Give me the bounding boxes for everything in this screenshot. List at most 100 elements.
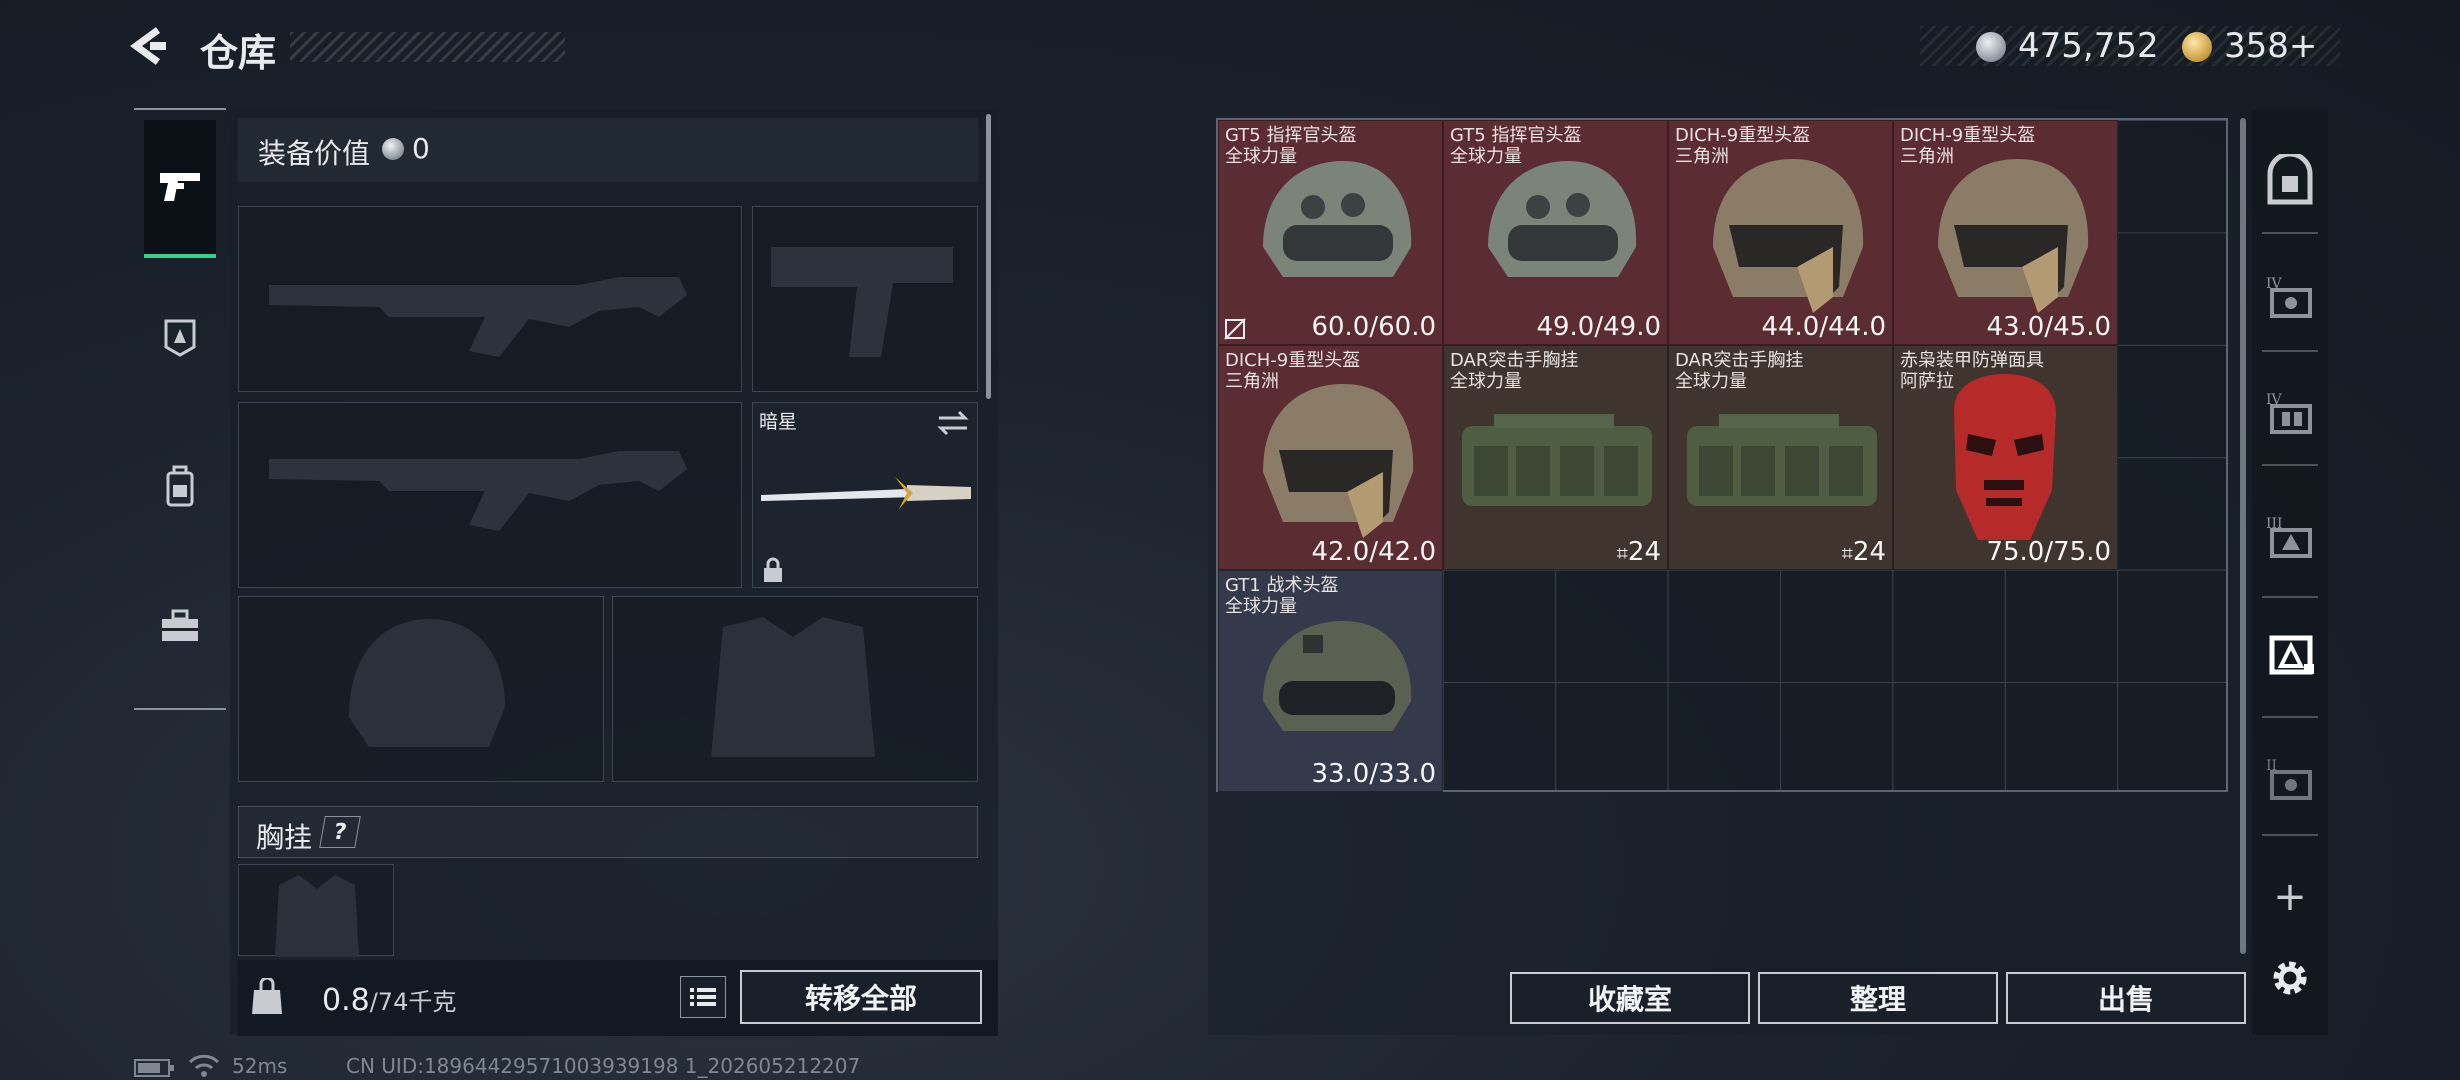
nav-divider — [134, 108, 226, 110]
nav-backpack[interactable] — [144, 420, 216, 554]
item-name: 赤枭装甲防弹面具 阿萨拉 — [1900, 350, 2044, 392]
sidebar-divider — [2262, 464, 2318, 466]
storage-page-3-button[interactable]: III — [2252, 496, 2328, 576]
armor-badge-icon — [164, 319, 196, 357]
storage-grid[interactable]: GT5 指挥官头盔 全球力量 60.0/60.0 GT5 指挥官头盔 全球力量 49… — [1216, 118, 2228, 792]
gold-currency-value[interactable]: 358+ — [2224, 26, 2317, 66]
item-name: GT5 指挥官头盔 全球力量 — [1225, 125, 1357, 167]
gold-coin-icon — [2182, 32, 2212, 62]
item-name: GT1 战术头盔 全球力量 — [1225, 575, 1339, 617]
add-page-icon: + — [2273, 874, 2307, 920]
storage-page-active-button[interactable] — [2252, 614, 2328, 694]
back-button[interactable] — [128, 24, 172, 68]
storage-item[interactable]: DICH-9重型头盔 三角洲 44.0/44.0 — [1668, 120, 1893, 345]
back-arrow-icon — [130, 27, 166, 65]
weight-value: 0.8 — [322, 983, 370, 1018]
storage-item[interactable]: 赤枭装甲防弹面具 阿萨拉 75.0/75.0 — [1893, 345, 2118, 570]
user-uid: CN UID:18964429571003939198 1_2026052122… — [346, 1054, 861, 1078]
pistol-icon — [160, 173, 200, 201]
add-page-button[interactable]: + — [2252, 862, 2328, 932]
sidebar-divider — [2262, 834, 2318, 836]
storage-page-3-icon: III — [2266, 516, 2312, 558]
organize-button[interactable]: 整理 — [1758, 972, 1998, 1024]
item-name: DAR突击手胸挂 全球力量 — [1450, 350, 1579, 392]
weight-icon — [252, 978, 282, 1014]
rifle-silhouette-icon — [269, 451, 687, 531]
item-durability: 43.0/45.0 — [1986, 312, 2111, 342]
red-ballistic-mask-icon — [1954, 374, 2056, 540]
helmet-dich9-icon — [1938, 159, 2089, 313]
sell-button[interactable]: 出售 — [2006, 972, 2246, 1024]
storage-page-4b-icon: IV — [2266, 392, 2312, 434]
list-icon — [690, 988, 716, 1006]
item-name: DICH-9重型头盔 三角洲 — [1225, 350, 1361, 392]
body-armor-slot[interactable] — [612, 596, 978, 782]
knife-icon — [761, 477, 971, 509]
primary-weapon-slot[interactable] — [238, 206, 742, 392]
chest-rig-dar-icon — [1462, 414, 1652, 506]
wifi-icon — [188, 1054, 220, 1077]
vest-silhouette-icon — [711, 617, 875, 757]
item-durability: 42.0/42.0 — [1311, 537, 1436, 567]
storage-item[interactable]: GT1 战术头盔 全球力量 33.0/33.0 — [1218, 570, 1443, 792]
sidebar-divider — [2262, 716, 2318, 718]
helmet-slot[interactable] — [238, 596, 604, 782]
helmet-dich9-icon — [1713, 159, 1864, 313]
nav-divider — [134, 708, 226, 710]
item-durability: 44.0/44.0 — [1761, 312, 1886, 342]
melee-name: 暗星 — [759, 411, 798, 433]
page-title: 仓库 — [200, 31, 277, 75]
item-name: DICH-9重型头盔 三角洲 — [1900, 125, 2036, 167]
capacity-icon: ⌗ — [1841, 541, 1853, 565]
title-decoration — [290, 32, 565, 62]
chest-rig-help-button[interactable]: ? — [319, 816, 361, 848]
silver-coin-icon — [1976, 32, 2006, 62]
item-capacity: ⌗24 — [1616, 537, 1661, 567]
settings-button[interactable] — [2252, 948, 2328, 1008]
equipment-value: 0 — [412, 132, 430, 165]
storage-page-active-icon — [2269, 635, 2314, 675]
storage-item[interactable]: DICH-9重型头盔 三角洲 42.0/42.0 — [1218, 345, 1443, 570]
loadout-scrollbar[interactable] — [986, 114, 991, 399]
storage-page-4a-button[interactable]: IV — [2252, 256, 2328, 336]
no-repair-icon — [1224, 318, 1246, 340]
storage-page-2-button[interactable]: II — [2252, 738, 2328, 818]
item-durability: 33.0/33.0 — [1311, 759, 1436, 789]
nav-toolbox[interactable] — [144, 560, 216, 694]
pistol-silhouette-icon — [771, 247, 953, 357]
safe-icon — [2267, 154, 2313, 205]
nav-weapons[interactable] — [144, 120, 216, 258]
storage-page-4b-button[interactable]: IV — [2252, 372, 2328, 452]
item-name: DICH-9重型头盔 三角洲 — [1675, 125, 1811, 167]
secondary-weapon-slot[interactable] — [238, 402, 742, 588]
toolbox-icon — [162, 609, 198, 641]
storage-item[interactable]: DICH-9重型头盔 三角洲 43.0/45.0 — [1893, 120, 2118, 345]
safe-page-button[interactable] — [2252, 140, 2328, 220]
helmet-gt5-icon — [1488, 161, 1637, 277]
item-durability: 49.0/49.0 — [1536, 312, 1661, 342]
chest-rig-slot[interactable] — [238, 864, 394, 957]
transfer-all-button[interactable]: 转移全部 — [740, 970, 982, 1024]
helmet-silhouette-icon — [349, 619, 505, 747]
melee-slot[interactable]: 暗星 — [752, 402, 978, 588]
sidearm-slot[interactable] — [752, 206, 978, 392]
list-view-button[interactable] — [680, 976, 726, 1018]
battery-icon — [134, 1059, 174, 1077]
helmet-gt1-icon — [1263, 621, 1412, 731]
item-durability: 60.0/60.0 — [1311, 312, 1436, 342]
equipment-value-label: 装备价值 — [258, 137, 371, 170]
silver-coin-icon — [382, 138, 404, 160]
collection-room-button[interactable]: 收藏室 — [1510, 972, 1750, 1024]
storage-item[interactable]: DAR突击手胸挂 全球力量 ⌗24 — [1668, 345, 1893, 570]
rifle-silhouette-icon — [269, 277, 687, 357]
nav-armor[interactable] — [144, 270, 216, 404]
storage-item[interactable]: GT5 指挥官头盔 全球力量 49.0/49.0 — [1443, 120, 1668, 345]
weight-max: /74千克 — [369, 988, 457, 1016]
storage-item[interactable]: DAR突击手胸挂 全球力量 ⌗24 — [1443, 345, 1668, 570]
storage-item[interactable]: GT5 指挥官头盔 全球力量 60.0/60.0 — [1218, 120, 1443, 345]
swap-icon[interactable] — [937, 409, 969, 437]
chest-rig-silhouette-icon — [275, 875, 359, 957]
storage-scrollbar[interactable] — [2240, 118, 2246, 954]
storage-page-2-icon: II — [2266, 758, 2312, 800]
lock-icon — [764, 557, 782, 582]
